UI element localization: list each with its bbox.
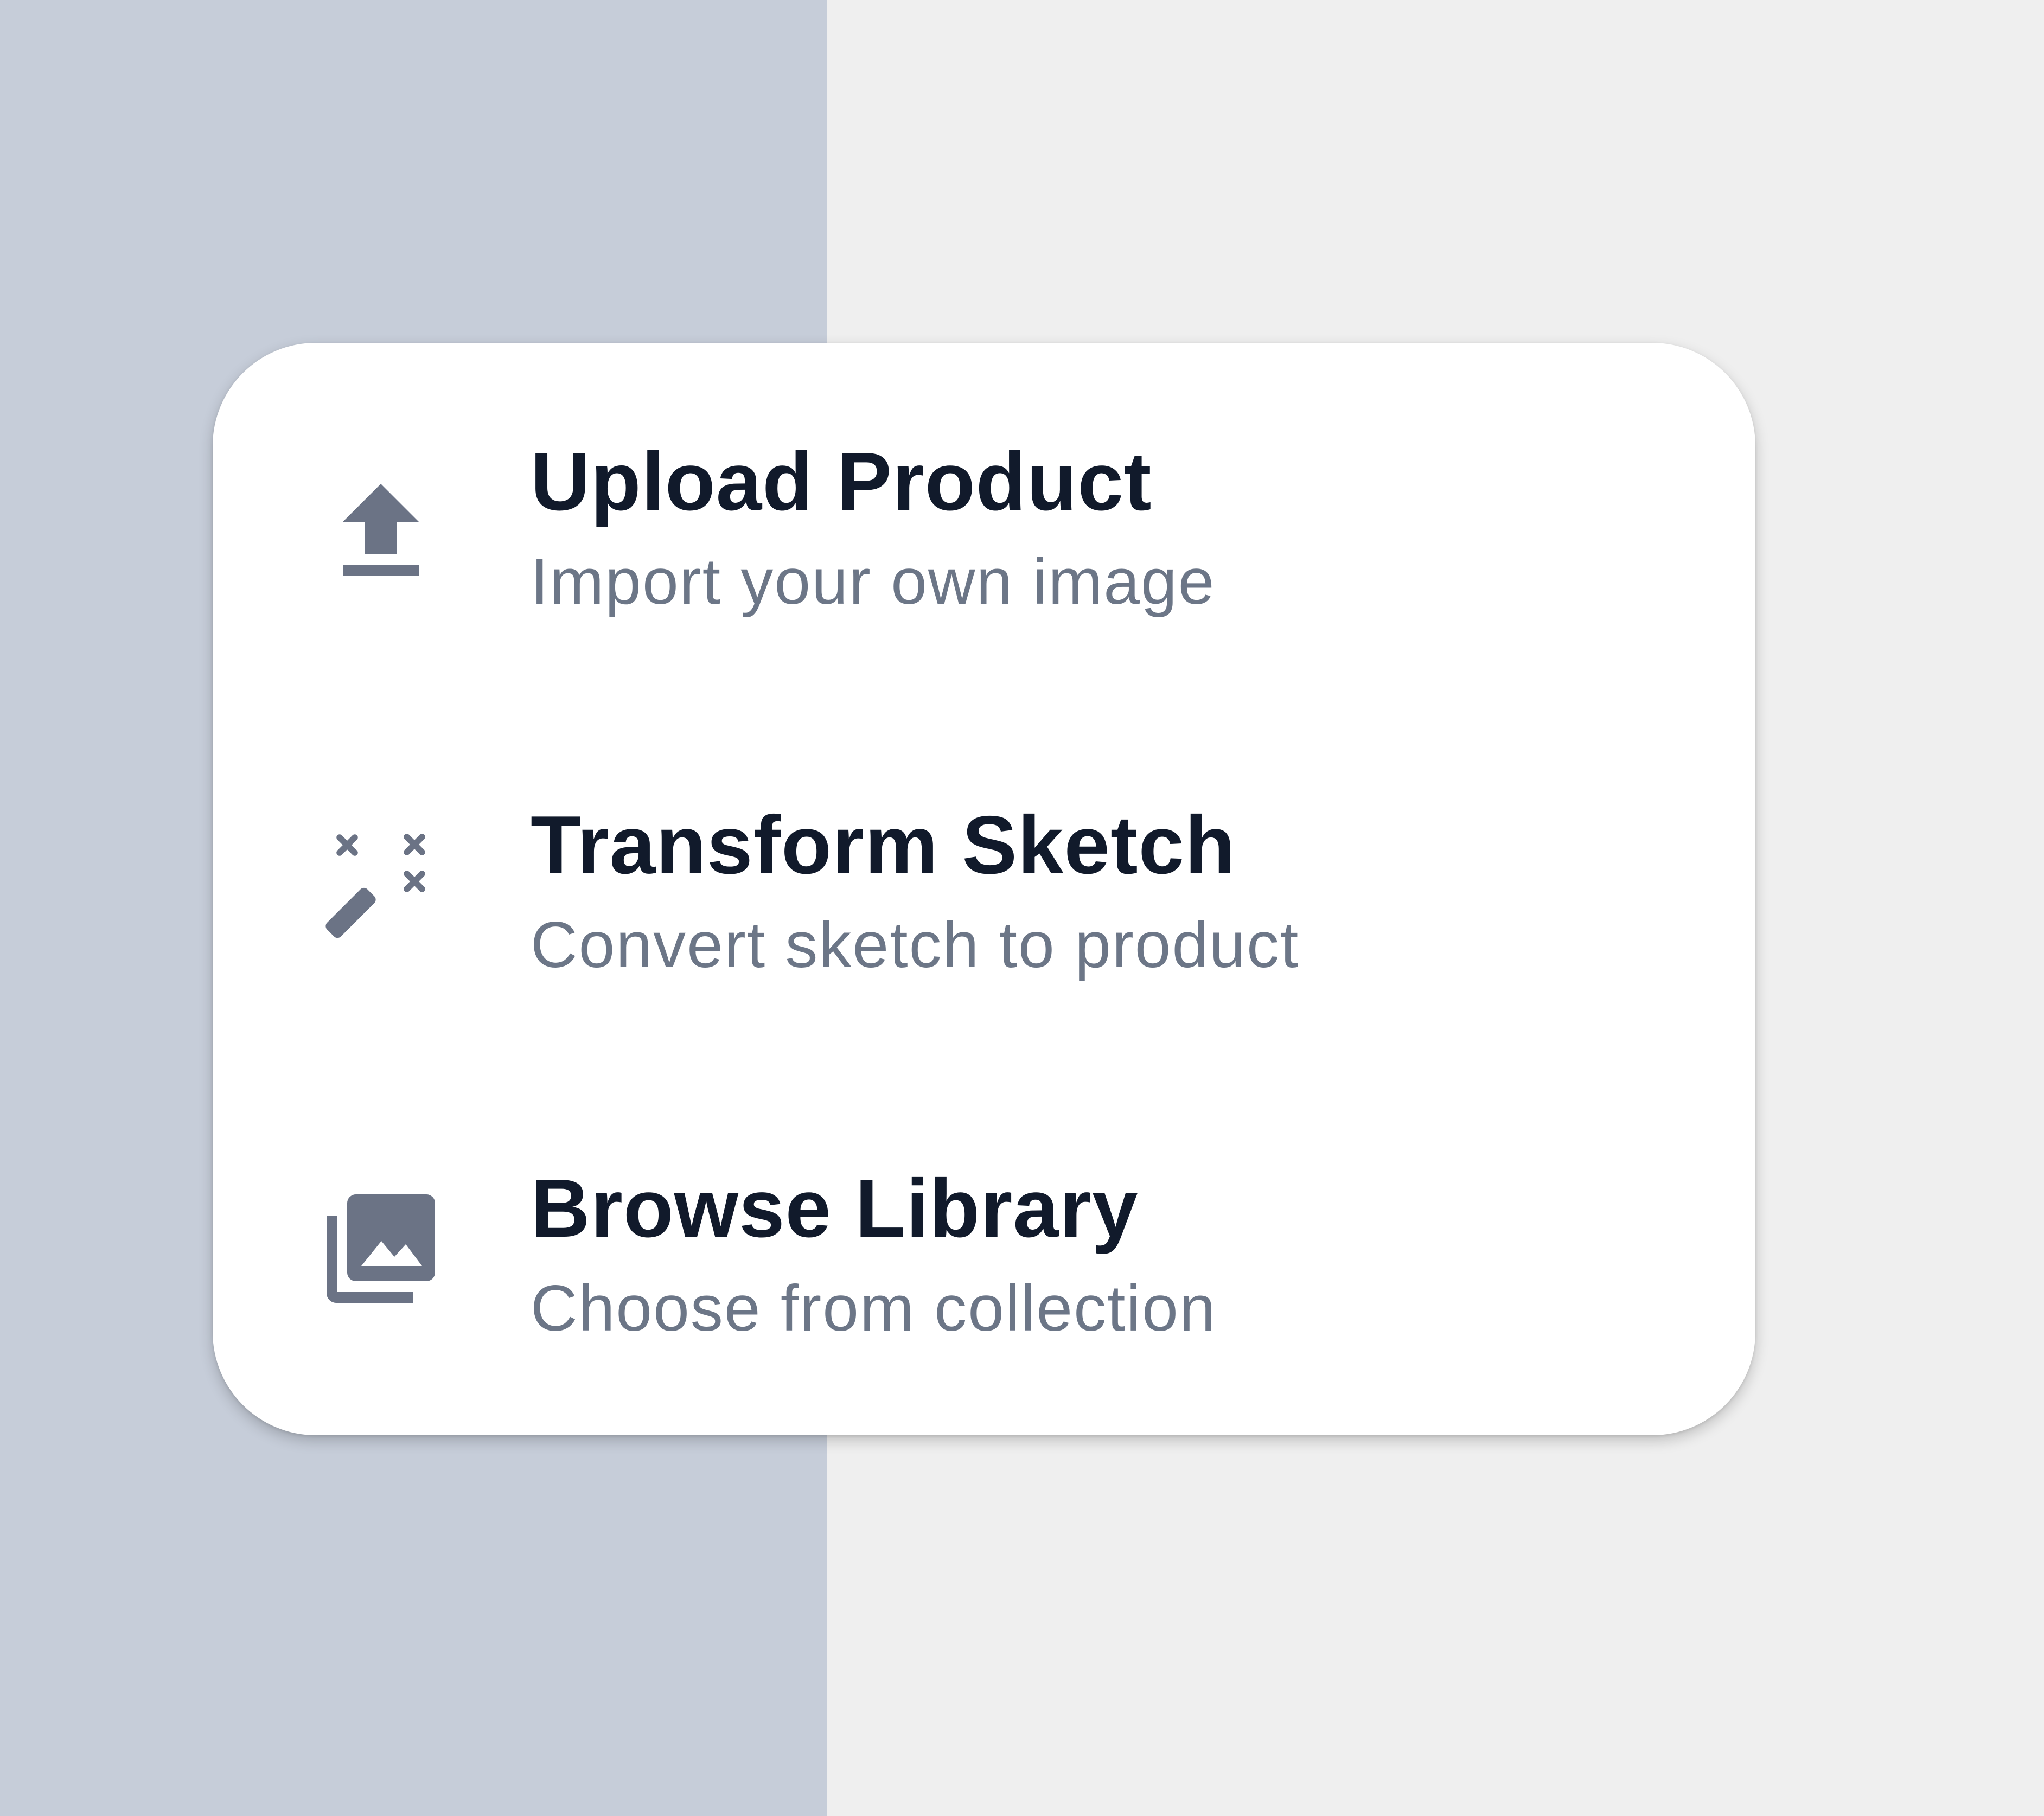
magic-wand-icon	[316, 824, 446, 955]
menu-item-upload-product[interactable]: Upload Product Import your own image	[213, 343, 1755, 706]
menu-item-browse-library[interactable]: Browse Library Choose from collection	[213, 1070, 1755, 1433]
menu-item-subtitle: Choose from collection	[531, 1272, 1217, 1345]
menu-item-subtitle: Convert sketch to product	[531, 909, 1300, 981]
menu-item-title: Browse Library	[531, 1162, 1139, 1255]
upload-icon	[316, 468, 446, 598]
menu-item-title: Upload Product	[531, 436, 1152, 528]
menu-item-title: Transform Sketch	[531, 799, 1236, 891]
add-product-menu: Upload Product Import your own image Tra…	[213, 343, 1755, 1435]
photo-library-icon	[316, 1184, 446, 1314]
menu-item-subtitle: Import your own image	[531, 545, 1216, 618]
menu-item-transform-sketch[interactable]: Transform Sketch Convert sketch to produ…	[213, 706, 1755, 1070]
